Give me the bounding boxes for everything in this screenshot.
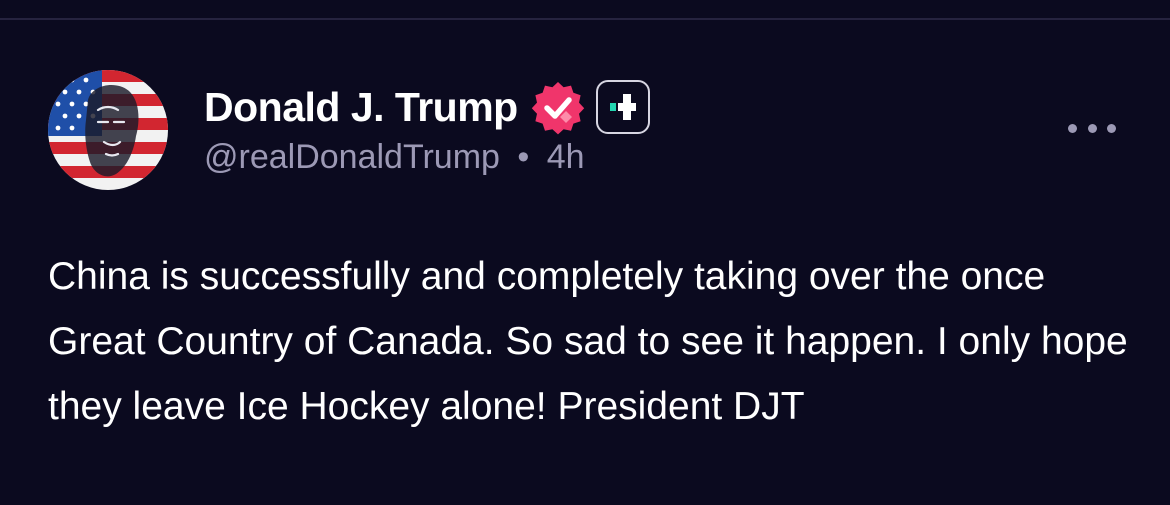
- dot-1: [1068, 123, 1077, 133]
- post-meta: @realDonaldTrump • 4h: [204, 138, 650, 177]
- more-dots-icon[interactable]: [1068, 116, 1116, 140]
- name-row: Donald J. Trump: [204, 79, 650, 135]
- post-body-text: China is successfully and completely tak…: [48, 255, 1128, 428]
- author-handle[interactable]: @realDonaldTrump: [204, 138, 500, 176]
- post-header: Donald J. Trump @realDonaldTrump • 4h: [204, 80, 650, 177]
- dot-2: [1087, 123, 1097, 133]
- author-display-name[interactable]: Donald J. Trump: [204, 84, 518, 131]
- plus-badge-icon[interactable]: [595, 80, 650, 134]
- dot-3: [1107, 123, 1116, 133]
- verified-check-badge-icon: [530, 79, 586, 135]
- post-timestamp[interactable]: 4h: [547, 138, 585, 176]
- flag-portrait-avatar: [48, 70, 168, 190]
- meta-separator: •: [517, 138, 530, 176]
- post-card: Donald J. Trump @realDonaldTrump • 4h Ch…: [0, 20, 1170, 505]
- author-avatar[interactable]: [48, 70, 168, 190]
